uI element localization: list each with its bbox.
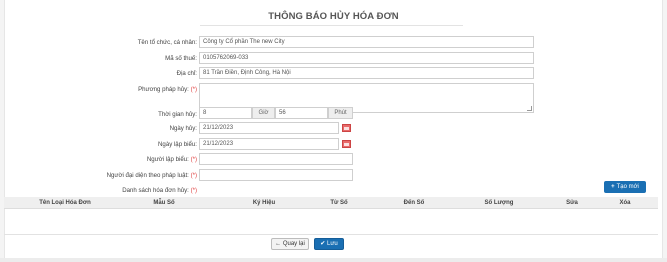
invoice-list-label: Danh sách hóa đơn hủy: (*) — [122, 187, 197, 194]
back-button[interactable]: ← Quay lại — [271, 238, 309, 250]
col-from-no: Từ Số — [330, 200, 348, 206]
create-date-label: Ngày lập biểu: — [158, 141, 197, 148]
col-delete: Xóa — [619, 200, 631, 206]
col-edit: Sửa — [566, 200, 578, 206]
creator-input[interactable] — [199, 153, 353, 165]
plus-icon: + — [611, 184, 615, 190]
invoice-table-header: Tên Loại Hóa Đơn Mẫu Số Ký Hiệu Từ Số Đế… — [4, 197, 658, 209]
page-title: THÔNG BÁO HỦY HÓA ĐƠN — [268, 11, 399, 22]
hour-input[interactable]: 8 — [199, 107, 252, 119]
calendar-icon[interactable] — [342, 124, 351, 132]
col-symbol: Ký Hiệu — [252, 200, 276, 206]
minute-input[interactable]: 56 — [275, 107, 328, 119]
tax-code-label: Mã số thuế: — [165, 55, 197, 62]
cancel-date-input[interactable]: 21/12/2023 — [199, 122, 339, 134]
cancel-date-label: Ngày hủy: — [169, 125, 197, 132]
org-name-input[interactable]: Công ty Cổ phần The new City — [199, 36, 534, 48]
cancel-time-label: Thời gian hủy: — [158, 111, 197, 118]
address-label: Địa chỉ: — [176, 70, 197, 77]
arrow-left-icon: ← — [275, 241, 282, 247]
hour-unit-addon: Giờ — [252, 107, 275, 119]
calendar-icon[interactable] — [342, 140, 351, 148]
address-input[interactable]: 81 Trần Điền, Định Công, Hà Nội — [199, 67, 534, 79]
col-to-no: Đến Số — [403, 200, 425, 206]
col-quantity: Số Lượng — [484, 200, 514, 206]
col-invoice-type: Tên Loại Hóa Đơn — [39, 200, 91, 206]
save-button[interactable]: ✔ Lưu — [314, 238, 344, 250]
legal-rep-input[interactable] — [199, 169, 353, 181]
legal-rep-label: Người đại diện theo pháp luật: (*) — [106, 172, 197, 179]
tax-code-input[interactable]: 0105762069-033 — [199, 52, 534, 64]
check-icon: ✔ — [320, 241, 326, 247]
add-new-button[interactable]: + Tạo mới — [604, 181, 646, 193]
resize-grip-icon[interactable] — [527, 106, 532, 111]
method-label: Phương pháp hủy: (*) — [138, 86, 197, 93]
org-name-label: Tên tổ chức, cá nhân: — [137, 39, 197, 46]
minute-unit-addon: Phút — [328, 107, 353, 119]
title-divider — [200, 25, 463, 26]
footer-divider — [4, 234, 658, 235]
create-date-input[interactable]: 21/12/2023 — [199, 138, 339, 150]
bottom-bar — [0, 258, 667, 262]
col-template: Mẫu Số — [153, 200, 175, 206]
creator-label: Người lập biểu: (*) — [146, 156, 197, 163]
